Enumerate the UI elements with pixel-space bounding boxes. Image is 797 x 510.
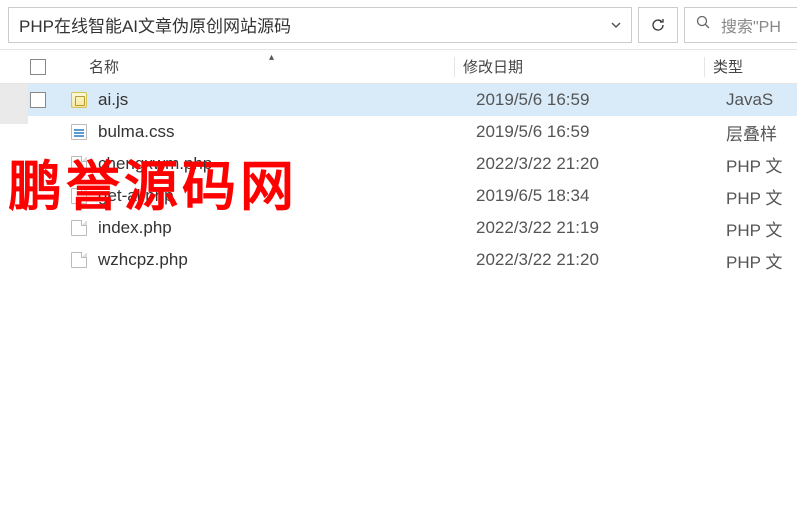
chevron-down-icon [610,19,622,31]
generic-file-icon [68,218,90,238]
refresh-button[interactable] [638,7,678,43]
file-type: PHP 文 [726,152,797,177]
search-placeholder: 搜索"PH [721,13,781,37]
refresh-icon [650,17,666,33]
column-header-row: 名称 ▴ 修改日期 类型 [0,50,797,84]
file-date: 2022/3/22 21:19 [476,218,726,238]
column-type-label: 类型 [713,56,743,77]
address-path: PHP在线智能AI文章伪原创网站源码 [9,12,601,37]
file-type: 层叠样 [726,120,797,145]
file-date: 2022/3/22 21:20 [476,154,726,174]
file-name: get-ai.php [90,186,476,206]
css-file-icon [68,122,90,142]
column-name-label: 名称 [89,59,119,76]
file-type: PHP 文 [726,216,797,241]
generic-file-icon [68,154,90,174]
file-type: PHP 文 [726,248,797,273]
file-date: 2022/3/22 21:20 [476,250,726,270]
file-name: bulma.css [90,122,476,142]
file-type: PHP 文 [726,184,797,209]
file-row[interactable]: bulma.css2019/5/6 16:59层叠样 [0,116,797,148]
column-header-date[interactable]: 修改日期 [454,57,704,77]
column-header-name[interactable]: 名称 ▴ [54,56,454,77]
search-icon [695,14,711,35]
nav-pane-stub [0,84,28,124]
select-all-checkbox[interactable] [30,59,46,75]
generic-file-icon [68,250,90,270]
header-checkbox-cell [0,59,54,75]
column-header-type[interactable]: 类型 [704,57,797,77]
sort-indicator-icon: ▴ [269,52,274,63]
file-type: JavaS [726,90,797,110]
file-checkbox[interactable] [30,92,46,108]
file-row[interactable]: chengxwm.php2022/3/22 21:20PHP 文 [0,148,797,180]
file-name: index.php [90,218,476,238]
file-date: 2019/6/5 18:34 [476,186,726,206]
file-row[interactable]: index.php2022/3/22 21:19PHP 文 [0,212,797,244]
file-list: ai.js2019/5/6 16:59JavaSbulma.css2019/5/… [0,84,797,276]
toolbar: PHP在线智能AI文章伪原创网站源码 搜索"PH [0,0,797,50]
file-row[interactable]: get-ai.php2019/6/5 18:34PHP 文 [0,180,797,212]
file-row[interactable]: ai.js2019/5/6 16:59JavaS [0,84,797,116]
file-name: chengxwm.php [90,154,476,174]
generic-file-icon [68,186,90,206]
file-row[interactable]: wzhcpz.php2022/3/22 21:20PHP 文 [0,244,797,276]
file-name: wzhcpz.php [90,250,476,270]
toolbar-left-stub [0,0,6,49]
address-dropdown-button[interactable] [601,8,631,42]
file-date: 2019/5/6 16:59 [476,122,726,142]
column-date-label: 修改日期 [463,56,523,77]
file-date: 2019/5/6 16:59 [476,90,726,110]
file-name: ai.js [90,90,476,110]
address-bar[interactable]: PHP在线智能AI文章伪原创网站源码 [8,7,632,43]
js-file-icon [68,90,90,110]
search-box[interactable]: 搜索"PH [684,7,797,43]
